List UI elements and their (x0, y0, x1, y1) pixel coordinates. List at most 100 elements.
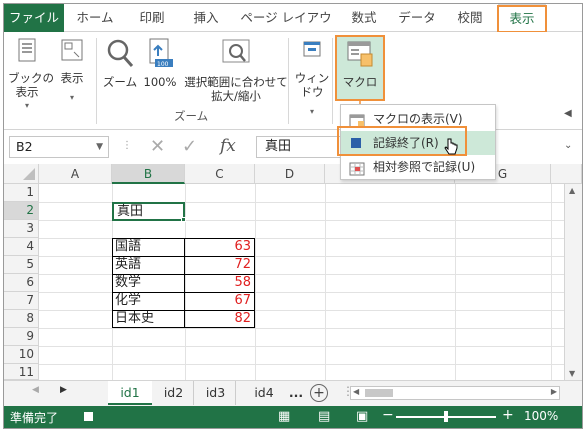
column-header-a[interactable]: A (39, 164, 112, 184)
subject-cell[interactable]: 数学 (112, 274, 184, 292)
show-icon (54, 38, 90, 67)
tab-print[interactable]: 印刷 (130, 4, 174, 32)
row-header[interactable]: 6 (4, 274, 39, 292)
chevron-down-icon: ▼ (96, 142, 103, 152)
tab-file[interactable]: ファイル (4, 4, 64, 32)
cell-b2-selected[interactable]: 真田 (112, 202, 185, 221)
insert-function-button[interactable]: fx (220, 136, 236, 156)
group-separator (288, 38, 289, 124)
row-header[interactable]: 5 (4, 256, 39, 274)
row-header[interactable]: 11 (4, 364, 39, 380)
more-sheets-button[interactable]: ... (286, 381, 306, 405)
magnifier-icon (102, 38, 138, 71)
group-separator (96, 38, 97, 124)
window-label: ウィンドウ (294, 71, 330, 99)
tab-formulas[interactable]: 数式 (342, 4, 386, 32)
score-cell[interactable]: 82 (185, 310, 255, 328)
menu-item-label: マクロの表示(V) (373, 112, 463, 126)
subject-cell[interactable]: 化学 (112, 292, 184, 310)
scroll-up-icon[interactable]: ▲ (569, 186, 575, 195)
horizontal-scrollbar[interactable]: ◀ ▶ (350, 386, 560, 400)
zoom-selection-label-2: 拡大/縮小 (211, 89, 261, 103)
zoom-selection-icon (182, 38, 290, 71)
scroll-thumb[interactable] (365, 389, 393, 397)
gridline (455, 184, 456, 380)
row-header[interactable]: 4 (4, 238, 39, 256)
subject-cell[interactable]: 国語 (112, 238, 184, 256)
status-text: 準備完了 (10, 411, 59, 425)
check-icon[interactable]: ✓ (182, 136, 197, 157)
gridline (551, 184, 552, 380)
column-header-d[interactable]: D (255, 164, 325, 184)
row-header[interactable]: 9 (4, 328, 39, 346)
zoom-button[interactable]: ズーム (102, 38, 138, 89)
name-box[interactable]: B2 ▼ (9, 136, 109, 158)
tab-insert[interactable]: 挿入 (184, 4, 228, 32)
row-header[interactable]: 1 (4, 184, 39, 202)
menu-item-relative-reference[interactable]: 相対参照で記録(U) (341, 155, 495, 179)
score-cell[interactable]: 72 (185, 256, 255, 274)
zoom-100-label: 100% (143, 75, 177, 89)
excel-window: ファイル ホーム 印刷 挿入 ページ レイアウト 数式 データ 校閲 表示 ブッ… (3, 3, 583, 429)
sheet-tab-id1[interactable]: id1 (108, 381, 152, 405)
column-header-b[interactable]: B (112, 164, 185, 184)
fill-handle[interactable] (181, 217, 186, 222)
grip-icon: ⋮ (122, 140, 132, 151)
sheet-tab-bar: ◀ ▶ id1 id2 id3 id4 ... + ⋮ ◀ ▶ (4, 380, 582, 406)
subject-cell[interactable]: 日本史 (112, 310, 184, 328)
scroll-left-icon[interactable]: ◀ (353, 387, 359, 396)
ribbon-collapse-icon[interactable]: ◀ (564, 108, 572, 119)
sheet-next-icon[interactable]: ▶ (60, 385, 67, 395)
row-header[interactable]: 3 (4, 220, 39, 238)
row-header[interactable]: 8 (4, 310, 39, 328)
zoom-slider-thumb[interactable] (444, 411, 448, 422)
cancel-icon[interactable]: ✕ (150, 136, 165, 157)
normal-view-icon[interactable]: ▦ (278, 409, 290, 424)
zoom-100-button[interactable]: 100 100% (142, 38, 178, 89)
zoom-out-button[interactable]: − (382, 407, 394, 423)
sheet-tab-id3[interactable]: id3 (196, 381, 236, 405)
status-bar: 準備完了 ▦ ▤ ▣ − + 100% (4, 406, 582, 428)
row-header[interactable]: 10 (4, 346, 39, 364)
score-cell[interactable]: 58 (185, 274, 255, 292)
workbook-view-icon (8, 38, 46, 67)
scroll-right-icon[interactable]: ▶ (551, 387, 557, 396)
column-header-next[interactable] (551, 164, 582, 184)
macro-recording-icon[interactable] (84, 412, 93, 421)
zoom-in-button[interactable]: + (502, 407, 514, 423)
select-all-corner[interactable] (4, 164, 39, 184)
window-button[interactable]: ウィンドウ ▾ (290, 38, 334, 119)
chevron-down-icon: ▾ (69, 93, 74, 102)
row-header-selected[interactable]: 2 (4, 202, 39, 220)
formula-input[interactable]: 真田 (256, 136, 346, 158)
menu-item-label: 相対参照で記録(U) (373, 160, 476, 174)
tab-home[interactable]: ホーム (70, 4, 120, 32)
worksheet-grid: A B C D G 1 2 3 4 5 6 7 8 9 10 11 真田 国語 … (4, 164, 582, 380)
tab-review[interactable]: 校閲 (448, 4, 492, 32)
tab-page-layout[interactable]: ページ レイアウト (236, 4, 336, 53)
page-layout-view-icon[interactable]: ▤ (318, 409, 330, 424)
window-icon (290, 38, 334, 67)
column-header-c[interactable]: C (185, 164, 255, 184)
formula-expand-icon[interactable]: ⌄ (564, 140, 572, 151)
subject-cell[interactable]: 英語 (112, 256, 184, 274)
workbook-views-button[interactable]: ブックの 表示 ▾ (8, 38, 54, 113)
sheet-tab-id2[interactable]: id2 (154, 381, 194, 405)
vertical-scrollbar[interactable]: ▲ ▼ (564, 184, 582, 380)
add-sheet-icon[interactable]: + (310, 384, 328, 402)
scroll-down-icon[interactable]: ▼ (569, 369, 575, 378)
gridline (39, 346, 582, 347)
score-cell[interactable]: 67 (185, 292, 255, 310)
macro-button-highlight (335, 35, 385, 101)
row-header[interactable]: 7 (4, 292, 39, 310)
sheet-tab-id4[interactable]: id4 (244, 381, 284, 405)
score-cell[interactable]: 63 (185, 238, 255, 256)
sheet-prev-icon[interactable]: ◀ (32, 385, 39, 395)
show-button[interactable]: 表示 ▾ (54, 38, 90, 105)
zoom-level[interactable]: 100% (524, 409, 558, 423)
tab-data[interactable]: データ (392, 4, 442, 32)
gridline (325, 184, 326, 380)
zoom-group-label: ズーム (174, 109, 209, 123)
zoom-to-selection-button[interactable]: 選択範囲に合わせて 拡大/縮小 (182, 38, 290, 103)
page-break-view-icon[interactable]: ▣ (356, 409, 368, 424)
